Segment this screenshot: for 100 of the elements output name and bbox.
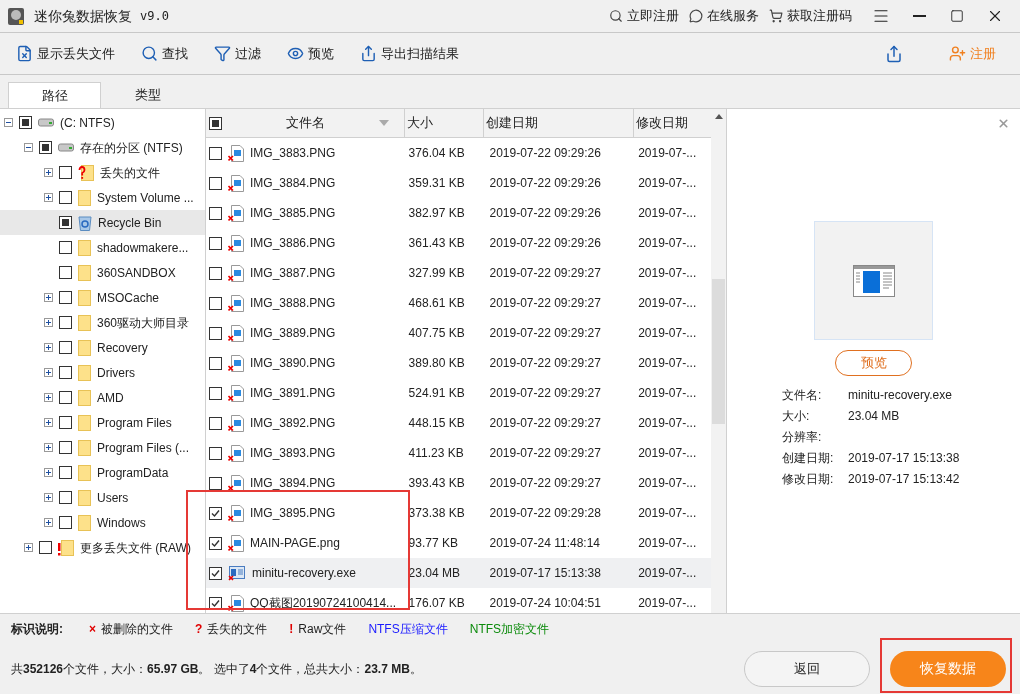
- tree-item[interactable]: AMD: [0, 385, 205, 410]
- tree-item[interactable]: (C: NTFS): [0, 110, 205, 135]
- toolbar-button[interactable]: 预览: [287, 43, 334, 64]
- tab[interactable]: 类型: [101, 82, 194, 108]
- expand-toggle[interactable]: [44, 418, 53, 427]
- tree-item[interactable]: Windows: [0, 510, 205, 535]
- checkbox[interactable]: [209, 476, 222, 490]
- expand-toggle[interactable]: [24, 543, 33, 552]
- close-button[interactable]: [997, 117, 1010, 130]
- file-row[interactable]: IMG_3895.PNG 373.38 KB 2019-07-22 09:29:28 2019-07-...: [206, 498, 712, 528]
- checkbox[interactable]: [209, 266, 222, 280]
- toolbar-button[interactable]: 导出扫描结果: [360, 43, 459, 64]
- column-header[interactable]: 创建日期: [484, 109, 635, 137]
- file-row[interactable]: IMG_3888.PNG 468.61 KB 2019-07-22 09:29:27 2019-07-...: [206, 288, 712, 318]
- title-link[interactable]: 获取注册码: [769, 6, 852, 26]
- toolbar-button[interactable]: 过滤: [214, 43, 261, 64]
- checkbox[interactable]: [209, 416, 222, 430]
- checkbox[interactable]: [19, 116, 32, 129]
- file-row[interactable]: IMG_3892.PNG 448.15 KB 2019-07-22 09:29:27 2019-07-...: [206, 408, 712, 438]
- file-row[interactable]: IMG_3883.PNG 376.04 KB 2019-07-22 09:29:26 2019-07-...: [206, 138, 712, 168]
- file-row[interactable]: IMG_3890.PNG 389.80 KB 2019-07-22 09:29:27 2019-07-...: [206, 348, 712, 378]
- tree-item[interactable]: 360SANDBOX: [0, 260, 205, 285]
- column-header[interactable]: 修改日期: [634, 109, 712, 137]
- expand-toggle[interactable]: [44, 318, 53, 327]
- checkbox[interactable]: [209, 566, 222, 580]
- checkbox[interactable]: [59, 391, 72, 404]
- back-button[interactable]: 返回: [744, 650, 870, 687]
- tree-item[interactable]: Recovery: [0, 335, 205, 360]
- created-date: 2019-07-22 09:29:26: [488, 205, 602, 222]
- expand-toggle[interactable]: [44, 443, 53, 452]
- expand-toggle[interactable]: [44, 518, 53, 527]
- checkbox[interactable]: [209, 506, 222, 520]
- checkbox[interactable]: [59, 366, 72, 379]
- collapse-toggle[interactable]: [4, 118, 13, 127]
- checkbox[interactable]: [209, 326, 222, 340]
- file-row[interactable]: IMG_3891.PNG 524.91 KB 2019-07-22 09:29:27 2019-07-...: [206, 378, 712, 408]
- tree-item[interactable]: ProgramData: [0, 460, 205, 485]
- tree-item[interactable]: 存在的分区 (NTFS): [0, 135, 205, 160]
- checkbox[interactable]: [209, 176, 222, 190]
- scrollbar[interactable]: [711, 109, 726, 613]
- tree-item[interactable]: Drivers: [0, 360, 205, 385]
- file-row[interactable]: IMG_3885.PNG 382.97 KB 2019-07-22 09:29:26 2019-07-...: [206, 198, 712, 228]
- file-row[interactable]: IMG_3886.PNG 361.43 KB 2019-07-22 09:29:26 2019-07-...: [206, 228, 712, 258]
- checkbox[interactable]: [209, 356, 222, 370]
- expand-toggle[interactable]: [44, 368, 53, 377]
- file-row[interactable]: IMG_3894.PNG 393.43 KB 2019-07-22 09:29:27 2019-07-...: [206, 468, 712, 498]
- checkbox[interactable]: [209, 116, 222, 130]
- checkbox[interactable]: [59, 491, 72, 504]
- scroll-up-arrow-icon[interactable]: [714, 114, 723, 119]
- checkbox[interactable]: [59, 291, 72, 304]
- tree-item[interactable]: Program Files (...: [0, 435, 205, 460]
- file-row[interactable]: IMG_3893.PNG 411.23 KB 2019-07-22 09:29:27 2019-07-...: [206, 438, 712, 468]
- checkbox[interactable]: [59, 416, 72, 429]
- checkbox[interactable]: [59, 241, 72, 254]
- toolbar-button[interactable]: 查找: [141, 43, 188, 64]
- expand-toggle[interactable]: [44, 343, 53, 352]
- tree-item[interactable]: shadowmakere...: [0, 235, 205, 260]
- expand-toggle[interactable]: [44, 293, 53, 302]
- expand-toggle[interactable]: [44, 193, 53, 202]
- checkbox[interactable]: [59, 441, 72, 454]
- checkbox[interactable]: [209, 296, 222, 310]
- file-row[interactable]: minitu-recovery.exe 23.04 MB 2019-07-17 15:13:38 2019-07-...: [206, 558, 712, 588]
- tree-item[interactable]: System Volume ...: [0, 185, 205, 210]
- tree-item[interactable]: 丢失的文件: [0, 160, 205, 185]
- checkbox[interactable]: [59, 166, 72, 179]
- checkbox[interactable]: [39, 541, 52, 554]
- checkbox[interactable]: [59, 191, 72, 204]
- checkbox[interactable]: [59, 316, 72, 329]
- tab[interactable]: 路径: [8, 82, 101, 108]
- checkbox[interactable]: [59, 466, 72, 479]
- checkbox[interactable]: [209, 206, 222, 220]
- title-link[interactable]: 在线服务: [689, 6, 759, 26]
- checkbox[interactable]: [59, 516, 72, 529]
- checkbox[interactable]: [209, 446, 222, 460]
- file-row[interactable]: IMG_3889.PNG 407.75 KB 2019-07-22 09:29:27 2019-07-...: [206, 318, 712, 348]
- tree-item[interactable]: 360驱动大师目录: [0, 310, 205, 335]
- checkbox[interactable]: [209, 236, 222, 250]
- file-row[interactable]: IMG_3887.PNG 327.99 KB 2019-07-22 09:29:27 2019-07-...: [206, 258, 712, 288]
- collapse-toggle[interactable]: [24, 143, 33, 152]
- tree-item[interactable]: Users: [0, 485, 205, 510]
- checkbox[interactable]: [39, 141, 52, 154]
- checkbox[interactable]: [209, 536, 222, 550]
- checkbox[interactable]: [59, 341, 72, 354]
- export-button[interactable]: [885, 44, 903, 63]
- title-link[interactable]: 立即注册: [609, 6, 679, 26]
- checkbox[interactable]: [209, 386, 222, 400]
- tree-item[interactable]: MSOCache: [0, 285, 205, 310]
- tree-item[interactable]: Recycle Bin: [0, 210, 205, 235]
- tree-item[interactable]: Program Files: [0, 410, 205, 435]
- file-row[interactable]: IMG_3884.PNG 359.31 KB 2019-07-22 09:29:26 2019-07-...: [206, 168, 712, 198]
- column-header[interactable]: 大小: [404, 109, 485, 137]
- checkbox[interactable]: [59, 266, 72, 279]
- expand-toggle[interactable]: [44, 168, 53, 177]
- checkbox[interactable]: [59, 216, 72, 229]
- expand-toggle[interactable]: [44, 393, 53, 402]
- toolbar-button[interactable]: 显示丢失文件: [16, 43, 115, 64]
- expand-toggle[interactable]: [44, 493, 53, 502]
- checkbox[interactable]: [209, 146, 222, 160]
- expand-toggle[interactable]: [44, 468, 53, 477]
- column-header[interactable]: 文件名: [286, 113, 325, 133]
